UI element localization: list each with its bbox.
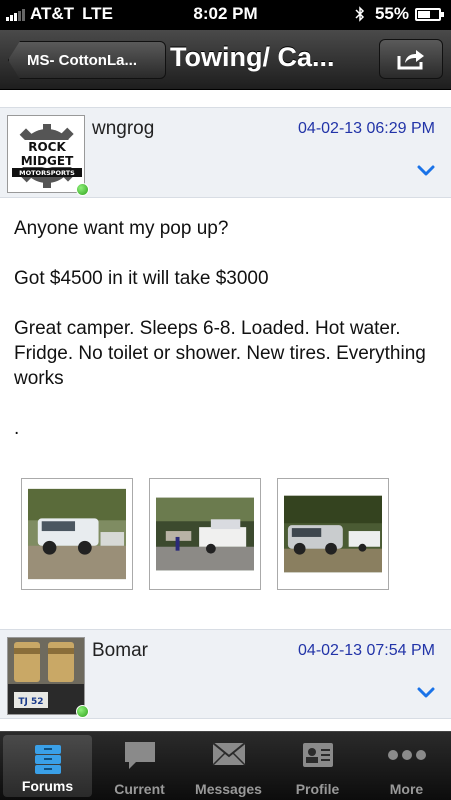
share-button[interactable] — [379, 39, 443, 79]
avatar-photo: TJ 52 — [8, 638, 84, 714]
avatar[interactable]: TJ 52 — [7, 637, 85, 715]
tab-bar: Forums Current Messages Profile More — [0, 731, 451, 800]
avatar-logo: ROCK MIDGET MOTORSPORTS — [8, 116, 84, 192]
photo-suv-towing-camper — [284, 495, 382, 573]
post-body: Anyone want my pop up? Got $4500 in it w… — [0, 198, 451, 441]
photo-camper-open — [156, 497, 254, 571]
avatar-text-1: ROCK — [28, 140, 66, 154]
tab-profile[interactable]: Profile — [273, 732, 362, 800]
attachment-thumbnail[interactable] — [21, 478, 133, 590]
post-header: TJ 52 Bomar 04-02-13 07:54 PM — [0, 629, 451, 719]
post-username[interactable]: Bomar — [92, 640, 148, 662]
bluetooth-icon — [355, 6, 365, 22]
thread-content[interactable]: ROCK MIDGET MOTORSPORTS wngrog 04-02-13 … — [0, 90, 451, 731]
post-paragraph: Got $4500 in it will take $3000 — [14, 268, 269, 289]
tab-label: Forums — [21, 778, 74, 794]
online-indicator — [76, 183, 89, 196]
battery-icon — [415, 7, 444, 21]
share-icon — [397, 50, 424, 70]
chevron-down-icon[interactable] — [417, 686, 435, 700]
post-date: 04-02-13 07:54 PM — [298, 642, 435, 659]
avatar-text-2: MIDGET — [21, 154, 74, 168]
post-date: 04-02-13 06:29 PM — [298, 120, 435, 137]
post-paragraph: . — [14, 418, 20, 439]
battery-percent: 55% — [374, 4, 409, 23]
chevron-down-icon[interactable] — [417, 164, 435, 178]
avatar-plate-text: TJ 52 — [18, 697, 43, 707]
envelope-icon — [211, 742, 246, 766]
forums-icon — [34, 745, 61, 774]
post-paragraph: Great camper. Sleeps 6-8. Loaded. Hot wa… — [14, 318, 426, 389]
back-button[interactable]: MS- CottonLa... — [8, 41, 166, 79]
avatar[interactable]: ROCK MIDGET MOTORSPORTS — [7, 115, 85, 193]
tab-label: Profile — [295, 781, 340, 797]
post-paragraph: Anyone want my pop up? — [14, 218, 229, 239]
photo-suv-driveway — [28, 488, 126, 580]
post-header: ROCK MIDGET MOTORSPORTS wngrog 04-02-13 … — [0, 108, 451, 198]
battery-fill — [418, 10, 431, 18]
tab-current[interactable]: Current — [95, 732, 184, 800]
more-dots-icon — [387, 750, 426, 760]
status-bar: AT&T LTE 8:02 PM 55% — [0, 0, 451, 30]
nav-bar: MS- CottonLa... Towing/ Ca... — [0, 30, 451, 90]
tab-more[interactable]: More — [362, 732, 451, 800]
tab-forums[interactable]: Forums — [3, 735, 92, 797]
attachment-thumbnail[interactable] — [149, 478, 261, 590]
speech-bubble-icon — [124, 742, 155, 769]
screen: AT&T LTE 8:02 PM 55% MS- CottonLa... Tow… — [0, 0, 451, 800]
profile-card-icon — [302, 743, 333, 767]
page-title: Towing/ Ca... — [170, 42, 335, 72]
attachment-thumbnails — [0, 466, 451, 590]
post: TJ 52 Bomar 04-02-13 07:54 PM — [0, 629, 451, 719]
online-indicator — [76, 705, 89, 718]
post: ROCK MIDGET MOTORSPORTS wngrog 04-02-13 … — [0, 108, 451, 590]
avatar-text-3: MOTORSPORTS — [19, 169, 75, 177]
top-strip — [0, 90, 451, 108]
tab-label: Current — [114, 781, 165, 797]
attachment-thumbnail[interactable] — [277, 478, 389, 590]
tab-label: More — [389, 781, 424, 797]
status-right: 55% — [355, 4, 444, 24]
tab-label: Messages — [195, 781, 262, 797]
back-button-label: MS- CottonLa... — [27, 51, 137, 69]
post-username[interactable]: wngrog — [92, 118, 154, 140]
tab-messages[interactable]: Messages — [184, 732, 273, 800]
